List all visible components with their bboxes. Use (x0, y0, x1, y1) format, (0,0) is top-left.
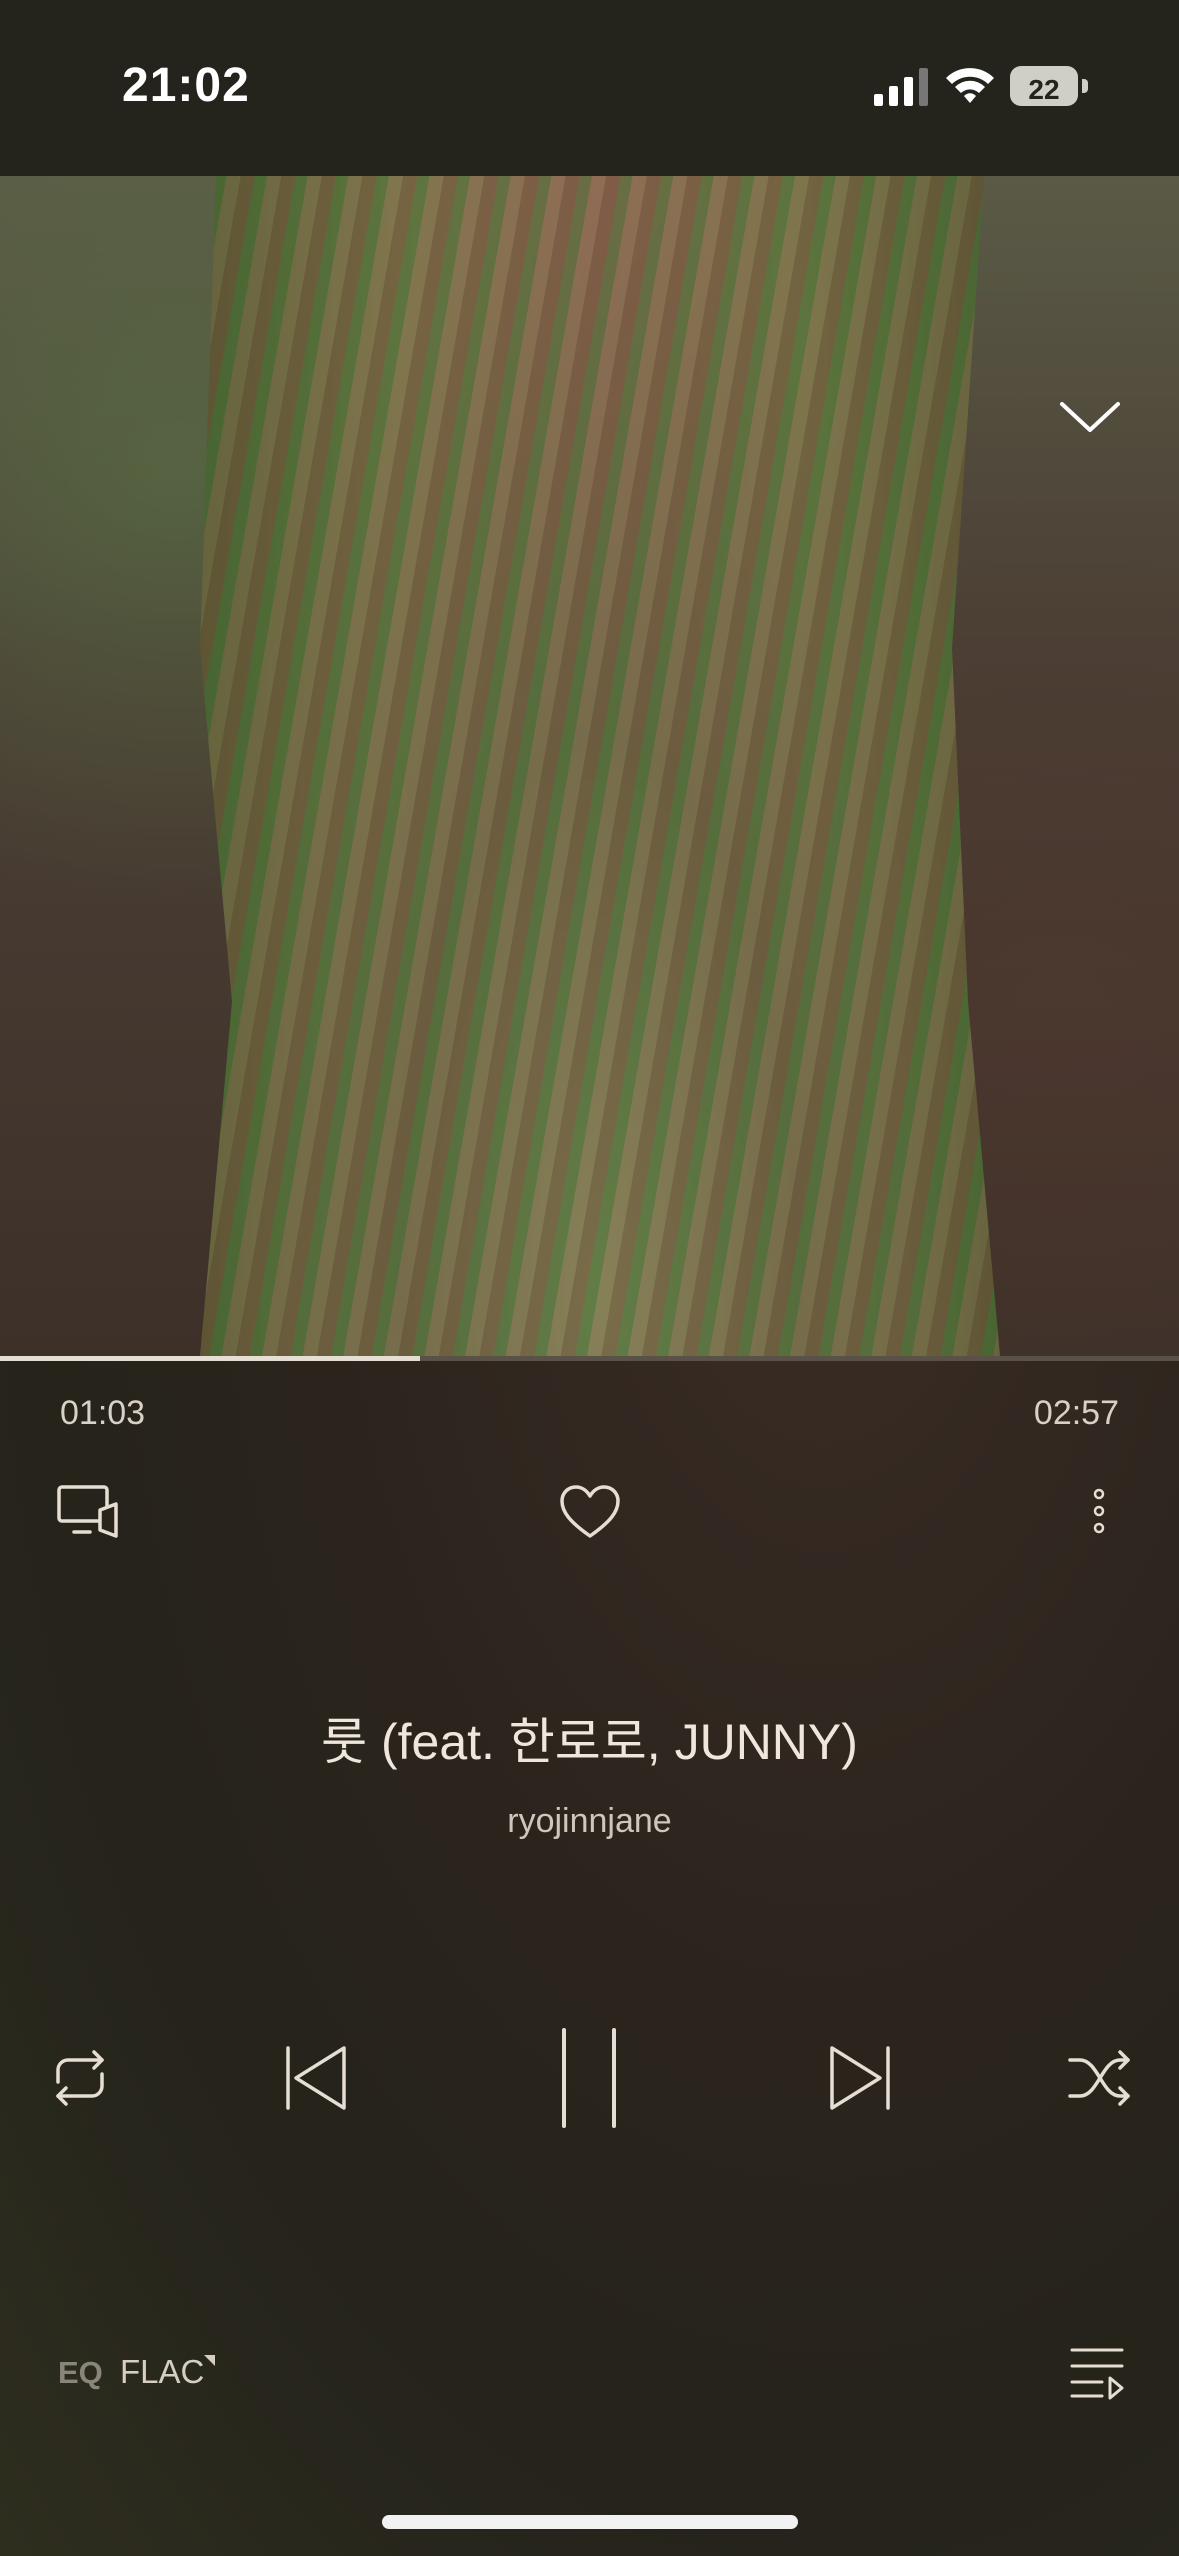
home-indicator[interactable] (382, 2515, 798, 2529)
track-title: 룻 (feat. 한로로, JUNNY) (321, 1714, 858, 1770)
format-corner-icon (204, 2355, 215, 2366)
next-icon[interactable] (826, 2044, 894, 2112)
elapsed-time: 01:03 (60, 1394, 146, 1432)
cast-device-icon[interactable] (56, 1484, 120, 1540)
total-duration: 02:57 (1033, 1394, 1119, 1432)
progress-bar[interactable] (0, 1356, 1179, 1361)
previous-icon[interactable] (282, 2044, 350, 2112)
battery-icon: 22 (1010, 66, 1088, 106)
more-vertical-icon[interactable] (1090, 1486, 1108, 1536)
audio-format-label[interactable]: FLAC (120, 2353, 204, 2391)
wifi-icon (946, 68, 994, 103)
repeat-icon[interactable] (44, 2042, 116, 2114)
artist-name[interactable]: ryojinnjane (0, 1802, 1179, 1841)
battery-level: 22 (1028, 74, 1060, 105)
album-artwork (0, 176, 1179, 1356)
artwork-tree-trunk (200, 176, 1000, 1356)
signal-icon (874, 68, 928, 106)
queue-icon[interactable] (1068, 2346, 1126, 2400)
status-bar: 21:02 22 (0, 0, 1179, 176)
chevron-down-icon[interactable] (1058, 398, 1122, 438)
status-time: 21:02 (122, 59, 250, 112)
heart-icon[interactable] (558, 1484, 622, 1540)
eq-button[interactable]: EQ (58, 2355, 103, 2391)
pause-icon[interactable] (554, 2026, 624, 2130)
progress-fill (0, 1356, 420, 1361)
shuffle-icon[interactable] (1064, 2042, 1136, 2114)
